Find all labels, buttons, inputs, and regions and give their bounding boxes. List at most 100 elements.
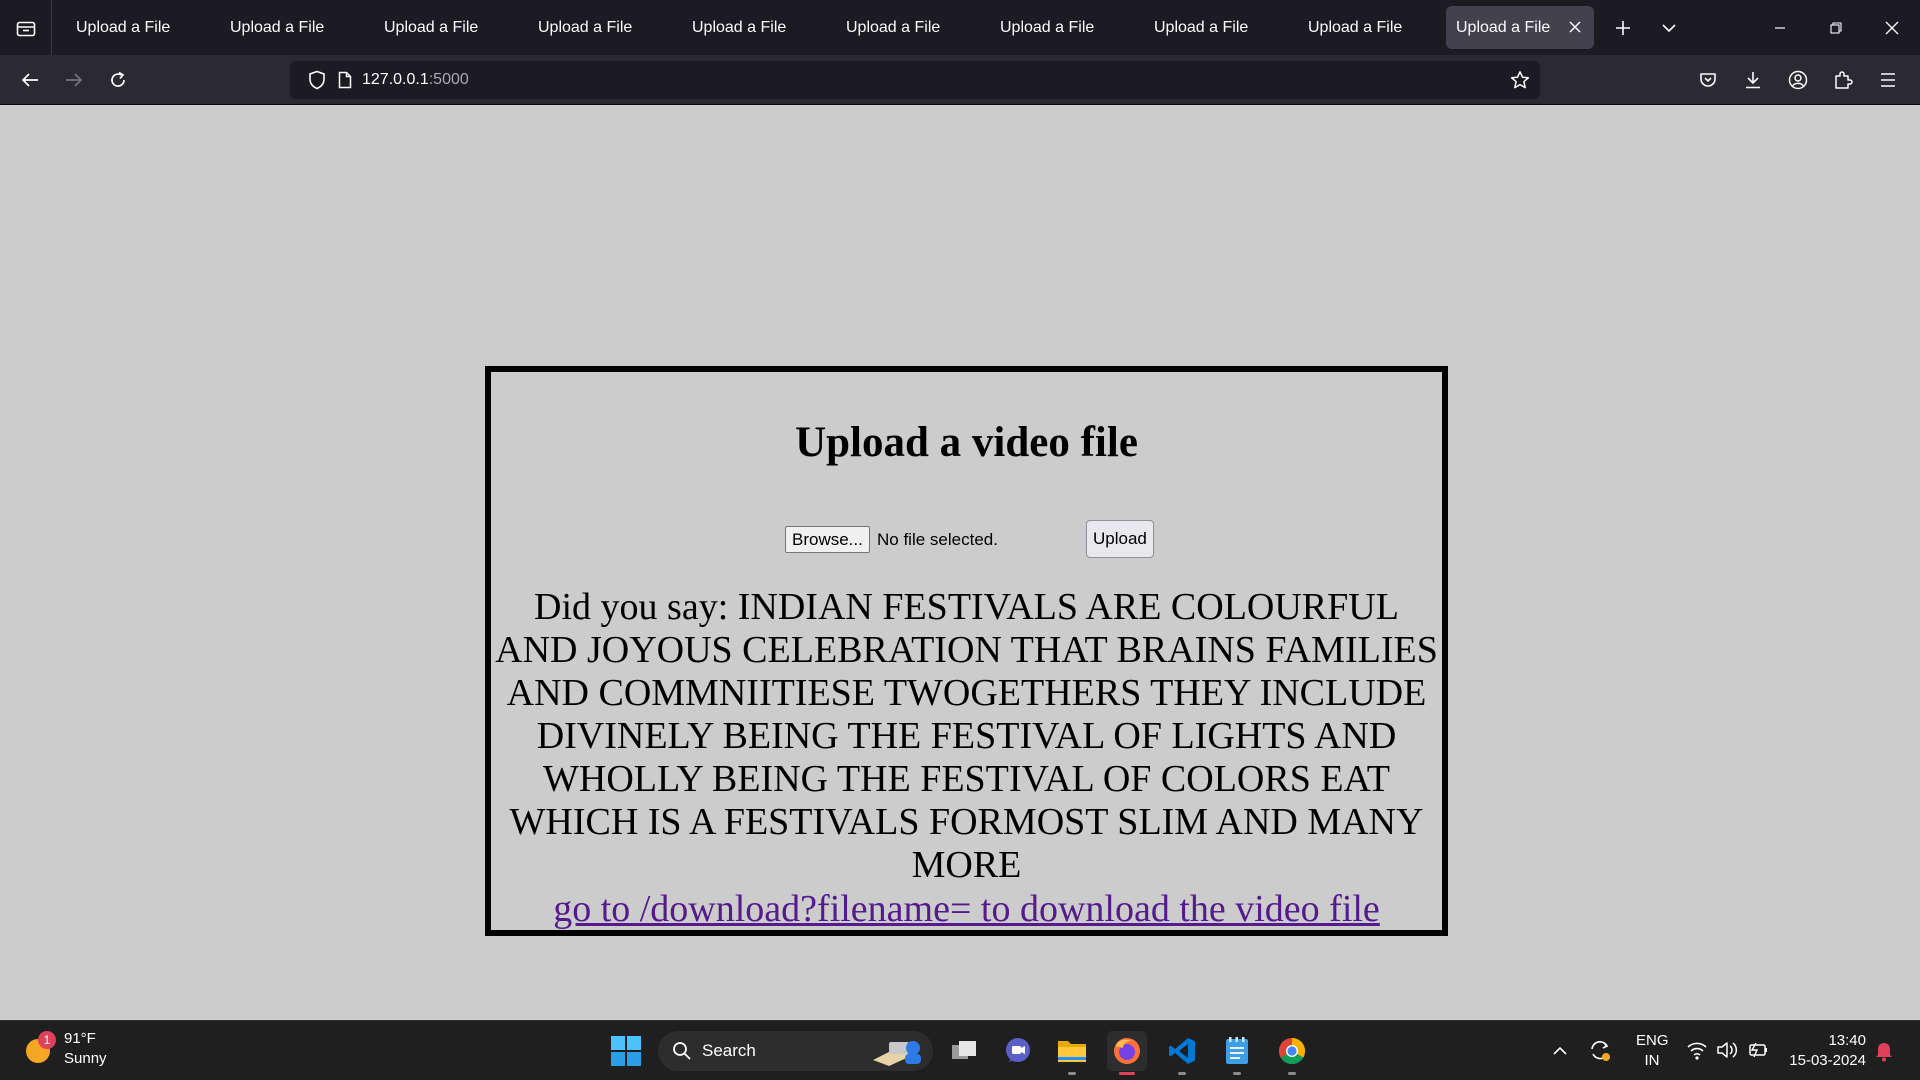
taskbar: 1 91°F Sunny Search ENG IN 13:40 15-03-2… <box>0 1020 1920 1080</box>
star-icon[interactable] <box>1510 70 1530 90</box>
arrow-right-icon <box>66 72 83 87</box>
start-button[interactable] <box>608 1033 644 1069</box>
shield-icon[interactable] <box>308 70 326 90</box>
window-controls <box>1752 0 1920 55</box>
show-hidden-icons-button[interactable] <box>1552 1035 1568 1070</box>
firefox-icon <box>1114 1038 1140 1064</box>
chrome-icon <box>1278 1037 1306 1065</box>
tab-title: Upload a File <box>846 18 941 36</box>
file-explorer-button[interactable] <box>1052 1031 1092 1075</box>
minimize-icon <box>1775 26 1785 29</box>
volume-button[interactable] <box>1716 1035 1738 1070</box>
tab[interactable]: Upload a File <box>984 6 1132 49</box>
search-highlight-icon <box>873 1041 921 1066</box>
close-tab-button[interactable] <box>1566 18 1584 36</box>
running-indicator <box>1178 1072 1186 1075</box>
running-indicator <box>1119 1072 1135 1075</box>
list-all-tabs-button[interactable] <box>1646 0 1692 55</box>
tab-list-icon <box>16 21 35 36</box>
tab[interactable]: Upload a File <box>368 6 516 49</box>
folder-icon <box>1058 1041 1086 1062</box>
language-region: IN <box>1644 1052 1660 1069</box>
sync-icon <box>1591 1041 1610 1061</box>
chrome-button[interactable] <box>1272 1031 1312 1075</box>
tab-title: Upload a File <box>1308 18 1403 36</box>
address-bar[interactable]: 127.0.0.1:5000 <box>290 61 1540 99</box>
weather-widget[interactable]: 1 91°F Sunny <box>24 1029 107 1069</box>
running-indicator <box>1288 1072 1296 1075</box>
notepad-button[interactable] <box>1217 1031 1257 1075</box>
tab[interactable]: Upload a File <box>676 6 824 49</box>
input-language-indicator[interactable]: ENG IN <box>1636 1031 1669 1071</box>
hamburger-menu-icon <box>1880 73 1895 87</box>
account-button[interactable] <box>1775 58 1820 102</box>
wifi-button[interactable] <box>1686 1035 1708 1070</box>
close-window-button[interactable] <box>1864 0 1920 55</box>
reload-button[interactable] <box>96 58 140 102</box>
chevron-up-icon <box>1553 1046 1567 1055</box>
battery-charging-icon <box>1749 1042 1767 1058</box>
battery-button[interactable] <box>1746 1035 1768 1070</box>
tab-title: Upload a File <box>230 18 325 36</box>
extensions-button[interactable] <box>1820 58 1865 102</box>
account-icon <box>1788 70 1807 90</box>
upload-button[interactable]: Upload <box>1086 520 1154 558</box>
tab[interactable]: Upload a File <box>522 6 670 49</box>
vscode-icon <box>1169 1038 1195 1064</box>
navigation-toolbar: 127.0.0.1:5000 <box>0 55 1920 105</box>
tab-title: Upload a File <box>1456 18 1551 36</box>
restore-button[interactable] <box>1808 0 1864 55</box>
wifi-icon <box>1687 1042 1707 1060</box>
language-code: ENG <box>1636 1032 1669 1049</box>
menu-button[interactable] <box>1865 58 1910 102</box>
teams-chat-icon <box>1006 1038 1030 1062</box>
page-icon[interactable] <box>338 71 352 89</box>
page-title: Upload a video file <box>795 419 1138 466</box>
running-indicator <box>1068 1072 1076 1075</box>
tab-title: Upload a File <box>1000 18 1095 36</box>
new-tab-button[interactable] <box>1600 0 1646 55</box>
task-view-button[interactable] <box>944 1031 984 1071</box>
clock-time: 13:40 <box>1828 1032 1866 1049</box>
arrow-left-icon <box>21 72 38 87</box>
tab[interactable]: Upload a File <box>1292 6 1440 49</box>
upload-form: Browse... No file selected. Upload <box>491 520 1442 560</box>
download-link[interactable]: go to /download?filename= to download th… <box>491 887 1442 931</box>
chevron-down-icon <box>1662 23 1676 32</box>
back-button[interactable] <box>8 58 52 102</box>
tab-title: Upload a File <box>1154 18 1249 36</box>
forward-button[interactable] <box>52 58 96 102</box>
speaker-icon <box>1717 1042 1738 1058</box>
tab[interactable]: Upload a File <box>60 6 208 49</box>
sync-status-button[interactable] <box>1588 1035 1612 1070</box>
tab[interactable]: Upload a File <box>830 6 978 49</box>
notifications-button[interactable] <box>1874 1035 1894 1070</box>
bell-icon <box>1876 1043 1892 1062</box>
tab-title: Upload a File <box>76 18 171 36</box>
tab[interactable]: Upload a File <box>214 6 362 49</box>
downloads-button[interactable] <box>1730 58 1775 102</box>
page-content: Upload a video file Browse... No file se… <box>0 106 1920 1020</box>
notepad-icon <box>1226 1037 1248 1064</box>
vscode-button[interactable] <box>1162 1031 1202 1075</box>
tab-title: Upload a File <box>692 18 787 36</box>
clock-date: 15-03-2024 <box>1789 1052 1866 1069</box>
search-icon <box>673 1042 691 1060</box>
toolbar-right <box>1685 55 1910 105</box>
minimize-button[interactable] <box>1752 0 1808 55</box>
tab-active[interactable]: Upload a File <box>1446 6 1594 49</box>
pocket-button[interactable] <box>1685 58 1730 102</box>
taskbar-search[interactable]: Search <box>658 1031 933 1071</box>
download-icon <box>1745 72 1760 89</box>
plus-icon <box>1616 20 1630 35</box>
clock[interactable]: 13:40 15-03-2024 <box>1786 1031 1866 1071</box>
tab-overview-button[interactable] <box>0 0 52 55</box>
url-text[interactable]: 127.0.0.1:5000 <box>362 71 469 89</box>
running-indicator <box>1233 1072 1241 1075</box>
teams-button[interactable] <box>998 1031 1038 1071</box>
puzzle-icon <box>1834 71 1853 89</box>
pocket-icon <box>1699 73 1716 87</box>
firefox-button[interactable] <box>1107 1031 1147 1075</box>
tab[interactable]: Upload a File <box>1138 6 1286 49</box>
browse-button[interactable]: Browse... <box>785 526 870 553</box>
